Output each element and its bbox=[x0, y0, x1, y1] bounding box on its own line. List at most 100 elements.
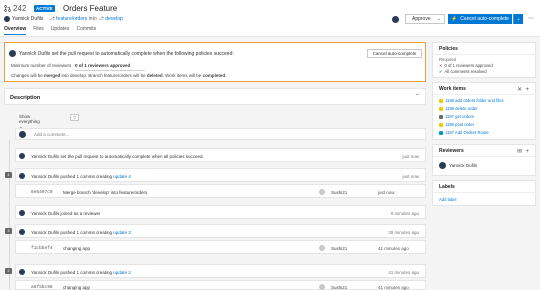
labels-title: Labels bbox=[439, 184, 455, 190]
work-item-link[interactable]: 1187 Add Orders Route bbox=[439, 130, 489, 135]
policy-item[interactable]: ✕ 0 of 1 reviewers approved bbox=[439, 63, 493, 68]
pr-number: 242 bbox=[13, 4, 27, 13]
avatar bbox=[19, 173, 25, 179]
branch-icon: ⎇ bbox=[49, 16, 55, 22]
avatar bbox=[319, 245, 325, 251]
banner-title: Yannick Dufils set the pull request to a… bbox=[19, 51, 234, 57]
source-branch-link[interactable]: feature/orders bbox=[56, 16, 87, 22]
avatar bbox=[4, 16, 10, 22]
commit-hash[interactable]: a8f5bc98 bbox=[31, 285, 53, 290]
avatar bbox=[19, 153, 25, 159]
update-number-badge: 4 bbox=[5, 172, 12, 178]
comment-placeholder: Add a comment... bbox=[34, 132, 70, 137]
reviewers-actions: ✉ + bbox=[517, 148, 529, 155]
timeline-update: Yannick Dufils pushed 1 commit creating … bbox=[15, 224, 426, 238]
update-time: 39 minutes ago bbox=[388, 230, 419, 235]
auto-complete-icon: ⚡ bbox=[451, 16, 458, 22]
tab-files[interactable]: Files bbox=[33, 26, 44, 35]
divider bbox=[433, 192, 537, 193]
avatar bbox=[19, 210, 25, 216]
add-icon[interactable]: + bbox=[525, 149, 529, 155]
work-item-link[interactable]: 1199 delete order bbox=[439, 106, 478, 111]
work-item-link[interactable]: 1197 get orders bbox=[439, 114, 474, 119]
tab-commits[interactable]: Commits bbox=[76, 26, 96, 35]
work-item-link[interactable]: 1195 post order bbox=[439, 122, 474, 127]
commit-user: Sushi21 bbox=[331, 246, 348, 251]
pr-header: 242 ACTIVE Orders Feature Yannick Dufils… bbox=[0, 0, 540, 37]
policy-item[interactable]: ✔ All comments resolved bbox=[439, 69, 487, 74]
cancel-auto-complete-button[interactable]: Cancel auto-complete bbox=[367, 49, 422, 58]
description-title: Description bbox=[10, 95, 41, 101]
event-text: Yannick Dufils joined as a reviewer bbox=[31, 211, 101, 216]
filter-icon[interactable]: ▽ bbox=[70, 114, 79, 121]
more-icon[interactable]: ⋯ bbox=[526, 14, 536, 24]
tab-overview[interactable]: Overview bbox=[4, 26, 27, 35]
timeline-update: Yannick Dufils pushed 1 commit creating … bbox=[15, 264, 426, 278]
reviewers-progress-bar bbox=[75, 70, 145, 71]
comment-input[interactable]: Add a comment... bbox=[15, 128, 426, 140]
branch-icon: ⎇ bbox=[98, 16, 104, 22]
commit-time: 41 minutes ago bbox=[378, 285, 409, 290]
required-label: Required bbox=[439, 57, 456, 62]
work-items-title: Work items bbox=[439, 86, 466, 92]
cancel-auto-complete-button[interactable]: ⚡ Cancel auto-complete bbox=[448, 14, 512, 24]
chevron-up-icon[interactable]: ⌃ bbox=[415, 93, 420, 100]
work-item-link[interactable]: 1196 add orders folder and files bbox=[439, 98, 504, 103]
work-item-type-icon bbox=[439, 106, 443, 111]
timeline-event: Yannick Dufils joined as a reviewer 9 mi… bbox=[15, 205, 426, 219]
x-icon: ✕ bbox=[439, 63, 443, 68]
event-text: Yannick Dufils set the pull request to a… bbox=[31, 154, 204, 159]
divider bbox=[433, 54, 537, 55]
commit-row[interactable]: 8e6497c9 Merge branch 'develop' into fea… bbox=[15, 184, 426, 198]
auto-complete-banner: Yannick Dufils set the pull request to a… bbox=[4, 42, 426, 82]
mail-icon[interactable]: ✉ bbox=[517, 149, 522, 155]
avatar bbox=[19, 131, 26, 138]
update-link[interactable]: update 3 bbox=[113, 230, 131, 235]
status-badge: ACTIVE bbox=[34, 5, 55, 12]
work-item-type-icon bbox=[439, 122, 443, 127]
update-time: 41 minutes ago bbox=[388, 270, 419, 275]
author-name[interactable]: Yannick Dufils bbox=[12, 16, 43, 22]
approve-button[interactable]: Approve ⌄ bbox=[405, 14, 445, 24]
divider bbox=[433, 94, 537, 95]
reviewers-panel: Reviewers ✉ + Yannick Dufils bbox=[432, 144, 537, 176]
commit-hash[interactable]: 8e6497c9 bbox=[31, 190, 53, 195]
policies-title: Policies bbox=[439, 46, 458, 52]
event-time: 9 minutes ago bbox=[390, 211, 419, 216]
commit-time: just now bbox=[378, 190, 395, 195]
add-label-link[interactable]: Add label bbox=[439, 197, 456, 202]
commit-row[interactable]: f1cbbef4 changing app Sushi21 41 minutes… bbox=[15, 240, 426, 254]
chevron-down-icon[interactable]: ⌄ bbox=[513, 14, 523, 24]
work-items-panel: Work items ✕ + 1196 add orders folder an… bbox=[432, 82, 537, 140]
event-time: just now bbox=[402, 154, 419, 159]
work-item-type-icon bbox=[439, 130, 443, 135]
update-link[interactable]: update 2 bbox=[113, 270, 131, 275]
update-time: just now bbox=[402, 174, 419, 179]
description-section[interactable]: Description ⌃ bbox=[4, 88, 426, 105]
cancel-auto-label: Cancel auto-complete bbox=[460, 16, 509, 22]
update-number-badge: 2 bbox=[5, 268, 12, 274]
close-icon[interactable]: ✕ bbox=[517, 87, 522, 93]
update-text: Yannick Dufils pushed 1 commit creating … bbox=[31, 174, 131, 179]
page-title[interactable]: Orders Feature bbox=[63, 4, 117, 13]
work-items-actions: ✕ + bbox=[517, 86, 529, 93]
update-number-badge: 3 bbox=[5, 228, 12, 234]
branch-info: ⎇ feature/orders into ⎇ develop bbox=[49, 16, 123, 22]
avatar bbox=[9, 50, 16, 57]
tab-updates[interactable]: Updates bbox=[51, 26, 70, 35]
avatar bbox=[19, 269, 25, 275]
target-branch-link[interactable]: develop bbox=[105, 16, 123, 22]
add-icon[interactable]: + bbox=[525, 87, 529, 93]
pull-request-icon bbox=[4, 5, 11, 12]
commit-hash[interactable]: f1cbbef4 bbox=[31, 246, 53, 251]
avatar bbox=[319, 189, 325, 195]
avatar bbox=[439, 162, 446, 169]
check-icon: ✔ bbox=[439, 69, 443, 74]
reviewer-name[interactable]: Yannick Dufils bbox=[449, 163, 477, 168]
divider bbox=[433, 156, 537, 157]
reviewers-title: Reviewers bbox=[439, 148, 464, 154]
commit-row[interactable]: a8f5bc98 changing app Sushi21 41 minutes… bbox=[15, 280, 426, 290]
avatar[interactable] bbox=[392, 16, 399, 23]
min-reviewers-value: 0 of 1 reviewers approved bbox=[75, 63, 131, 68]
update-link[interactable]: update 4 bbox=[113, 174, 131, 179]
